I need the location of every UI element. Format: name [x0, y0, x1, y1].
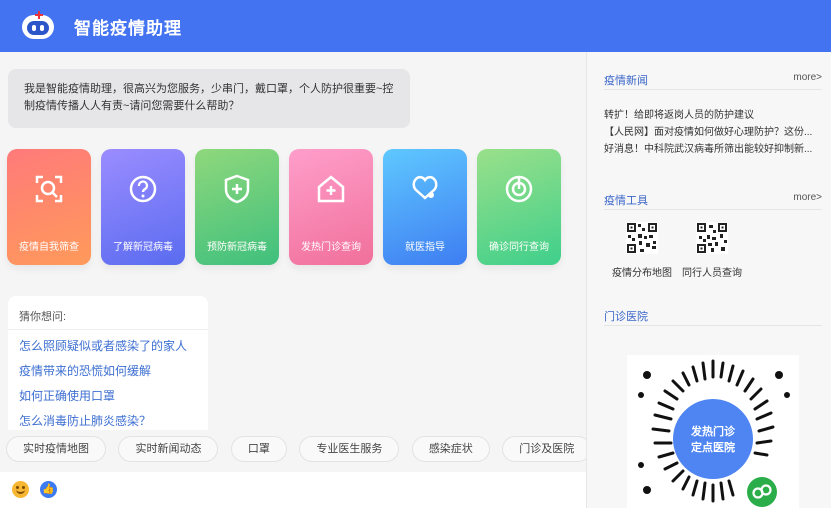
- tool-label: 疫情分布地图: [612, 268, 672, 279]
- thumbs-up-icon[interactable]: 👍: [40, 481, 57, 498]
- card-label: 了解新冠病毒: [113, 242, 173, 253]
- tools-section-title: 疫情工具: [604, 195, 648, 207]
- suggestion-link[interactable]: 怎么消毒防止肺炎感染？: [8, 409, 208, 430]
- tools-more-link[interactable]: more>: [793, 192, 822, 203]
- suggestion-link[interactable]: 如何正确使用口罩: [8, 384, 208, 409]
- card-label: 发热门诊查询: [301, 242, 361, 253]
- card-label: 预防新冠病毒: [207, 242, 267, 253]
- chip-doctor-service[interactable]: 专业医生服务: [299, 436, 400, 462]
- card-label: 确诊同行查询: [489, 242, 549, 253]
- input-toolbar: 👍: [0, 472, 586, 508]
- chip-epidemic-map[interactable]: 实时疫情地图: [6, 436, 106, 462]
- target-icon: [505, 175, 533, 203]
- poster-line: 定点医院: [691, 442, 735, 454]
- tool-epidemic-map[interactable]: 疫情分布地图: [607, 222, 677, 279]
- scan-search-icon: [35, 175, 63, 203]
- suggestion-title: 猜你想问:: [8, 296, 208, 330]
- qr-code-icon: [696, 222, 728, 254]
- chip-clinics[interactable]: 门诊及医院: [502, 436, 586, 462]
- chat-panel: 我是智能疫情助理，很高兴为您服务，少串门，戴口罩，个人防护很重要~控制疫情传播人…: [0, 52, 586, 508]
- right-sidebar: 疫情新闻 more> 转扩！给即将返岗人员的防护建议 【人民网】面对疫情如何做好…: [586, 52, 831, 508]
- card-label: 就医指导: [405, 242, 445, 253]
- suggestion-panel: 猜你想问: 怎么照顾疑似或者感染了的家人 疫情带来的恐慌如何缓解 如何正确使用口…: [8, 296, 208, 430]
- emoji-icon[interactable]: [12, 481, 29, 498]
- card-confirmed-trip[interactable]: 确诊同行查询: [477, 149, 561, 265]
- news-section-title: 疫情新闻: [604, 75, 648, 87]
- miniprogram-logo-icon: [747, 477, 777, 507]
- news-item[interactable]: 转扩！给即将返岗人员的防护建议: [604, 106, 819, 121]
- suggestion-link[interactable]: 疫情带来的恐慌如何缓解: [8, 359, 208, 384]
- feature-cards: 疫情自我筛查 了解新冠病毒 预防新冠病毒 发热门诊查询 就医指导 确诊同行查询: [7, 149, 571, 265]
- poster-line: 发热门诊: [691, 426, 735, 438]
- tool-label: 同行人员查询: [682, 268, 742, 279]
- news-item[interactable]: 【人民网】面对疫情如何做好心理防护？这份...: [604, 123, 819, 138]
- news-more-link[interactable]: more>: [793, 72, 822, 83]
- card-label: 疫情自我筛查: [19, 242, 79, 253]
- qr-code-icon: [626, 222, 658, 254]
- top-header: 智能疫情助理: [0, 0, 831, 52]
- stethoscope-icon: [412, 175, 438, 200]
- robot-logo-icon: [20, 11, 56, 41]
- shield-plus-icon: [224, 174, 250, 204]
- chip-symptoms[interactable]: 感染症状: [411, 436, 490, 462]
- card-prevention[interactable]: 预防新冠病毒: [195, 149, 279, 265]
- card-learn-virus[interactable]: 了解新冠病毒: [101, 149, 185, 265]
- tool-companion-search[interactable]: 同行人员查询: [677, 222, 747, 279]
- news-item[interactable]: 好消息！中科院武汉病毒所筛出能较好抑制新...: [604, 140, 819, 155]
- card-self-screening[interactable]: 疫情自我筛查: [7, 149, 91, 265]
- clinic-section-header: 门诊医院: [604, 308, 822, 326]
- miniprogram-badge: 发热门诊 定点医院: [673, 399, 753, 479]
- card-medical-guide[interactable]: 就医指导: [383, 149, 467, 265]
- chip-mask[interactable]: 口罩: [230, 436, 287, 462]
- card-fever-clinic[interactable]: 发热门诊查询: [289, 149, 373, 265]
- suggestion-link[interactable]: 怎么照顾疑似或者感染了的家人: [8, 334, 208, 359]
- news-section-header: 疫情新闻 more>: [604, 72, 822, 90]
- question-icon: [129, 175, 157, 203]
- hospital-icon: [317, 175, 345, 203]
- fever-clinic-miniprogram-code[interactable]: 发热门诊 定点医院: [627, 355, 799, 508]
- app-title: 智能疫情助理: [74, 18, 182, 38]
- tools-section-header: 疫情工具 more>: [604, 192, 822, 210]
- clinic-section-title: 门诊医院: [604, 311, 648, 323]
- greeting-bubble: 我是智能疫情助理，很高兴为您服务，少串门，戴口罩，个人防护很重要~控制疫情传播人…: [8, 69, 410, 128]
- chip-live-news[interactable]: 实时新闻动态: [118, 436, 219, 462]
- quick-reply-chips: 实时疫情地图 实时新闻动态 口罩 专业医生服务 感染症状 门诊及医院: [6, 436, 586, 466]
